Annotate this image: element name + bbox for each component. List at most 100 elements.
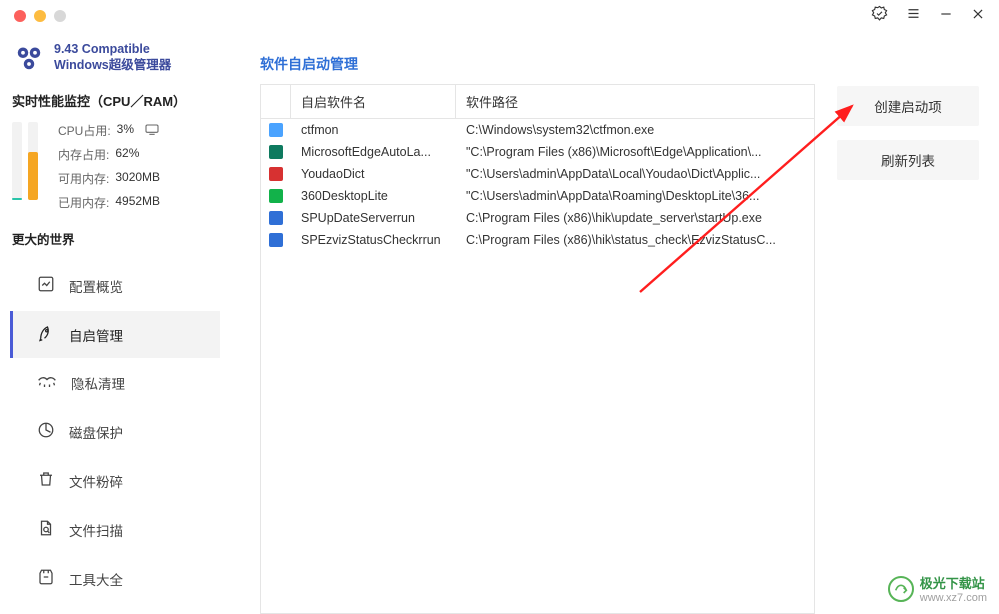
tools-icon: [37, 568, 55, 589]
zoom-dot[interactable]: [54, 10, 66, 22]
disk-icon: [37, 421, 55, 442]
sidebar-item-privacy[interactable]: 隐私清理: [10, 360, 220, 406]
row-name: MicrosoftEdgeAutoLa...: [291, 141, 456, 163]
free-row: 可用内存: 3020MB: [58, 170, 218, 187]
row-name: SPEzvizStatusCheckrrun: [291, 229, 456, 251]
startup-icon: [37, 324, 55, 345]
actions-panel: 创建启动项 刷新列表: [837, 86, 979, 614]
brand-line2: Windows超级管理器: [54, 58, 171, 74]
watermark: 极光下载站 www.xz7.com: [888, 573, 987, 604]
sidebar-item-label: 自启管理: [69, 325, 123, 345]
ram-label: 内存占用:: [58, 146, 109, 163]
page-title: 软件自启动管理: [260, 54, 815, 74]
cpu-label: CPU占用:: [58, 122, 111, 139]
sidebar-item-label: 隐私清理: [71, 373, 125, 393]
th-icon: [261, 85, 291, 118]
titlebar: [0, 0, 999, 32]
sidebar-item-label: 配置概览: [69, 276, 123, 296]
overview-icon: [37, 275, 55, 296]
row-name: ctfmon: [291, 119, 456, 141]
brand-line1: 9.43 Compatible: [54, 42, 171, 58]
used-row: 已用内存: 4952MB: [58, 194, 218, 211]
table-row[interactable]: YoudaoDict"C:\Users\admin\AppData\Local\…: [261, 163, 814, 185]
sidebar-item-label: 文件粉碎: [69, 471, 123, 491]
row-path: "C:\Users\admin\AppData\Roaming\DesktopL…: [456, 185, 814, 207]
used-label: 已用内存:: [58, 194, 109, 211]
sidebar-item-label: 文件扫描: [69, 520, 123, 540]
used-value: 4952MB: [115, 194, 160, 211]
badge-icon[interactable]: [871, 5, 888, 27]
sidebar-item-overview[interactable]: 配置概览: [10, 262, 220, 309]
window-controls-mac: [14, 10, 66, 22]
close-dot[interactable]: [14, 10, 26, 22]
row-icon: [261, 163, 291, 185]
cpu-row: CPU占用: 3%: [58, 122, 218, 139]
watermark-icon: [888, 576, 914, 602]
create-startup-button[interactable]: 创建启动项: [837, 86, 979, 126]
table-row[interactable]: MicrosoftEdgeAutoLa..."C:\Program Files …: [261, 141, 814, 163]
world-title: 更大的世界: [12, 229, 220, 248]
row-icon: [261, 185, 291, 207]
app-window: 9.43 Compatible Windows超级管理器 实时性能监控（CPU／…: [0, 0, 999, 614]
perf-panel: CPU占用: 3% 内存占用: 62% 可用内存: 3020MB: [10, 118, 220, 223]
app-logo-icon: [14, 43, 44, 73]
cpu-bar: [12, 122, 22, 200]
main: 软件自启动管理 自启软件名 软件路径 ctfmonC:\Windows\syst…: [230, 32, 999, 614]
cpu-value: 3%: [117, 122, 134, 139]
table-body: ctfmonC:\Windows\system32\ctfmon.exeMicr…: [261, 119, 814, 251]
row-path: C:\Program Files (x86)\hik\update_server…: [456, 207, 814, 229]
table-row[interactable]: SPEzvizStatusCheckrrunC:\Program Files (…: [261, 229, 814, 251]
shred-icon: [37, 470, 55, 491]
row-icon: [261, 141, 291, 163]
cpu-icon: [144, 122, 160, 139]
sidebar-item-shred[interactable]: 文件粉碎: [10, 457, 220, 504]
scan-icon: [37, 519, 55, 540]
brand-text: 9.43 Compatible Windows超级管理器: [54, 42, 171, 73]
content-panel: 软件自启动管理 自启软件名 软件路径 ctfmonC:\Windows\syst…: [260, 54, 815, 614]
row-icon: [261, 207, 291, 229]
row-path: C:\Program Files (x86)\hik\status_check\…: [456, 229, 814, 251]
privacy-icon: [37, 375, 57, 392]
sidebar: 9.43 Compatible Windows超级管理器 实时性能监控（CPU／…: [0, 32, 230, 614]
sidebar-nav: 配置概览自启管理隐私清理磁盘保护文件粉碎文件扫描工具大全: [10, 262, 220, 602]
row-path: "C:\Users\admin\AppData\Local\Youdao\Dic…: [456, 163, 814, 185]
watermark-url: www.xz7.com: [920, 592, 987, 604]
sidebar-item-disk[interactable]: 磁盘保护: [10, 408, 220, 455]
free-value: 3020MB: [115, 170, 160, 187]
row-name: YoudaoDict: [291, 163, 456, 185]
table-row[interactable]: 360DesktopLite"C:\Users\admin\AppData\Ro…: [261, 185, 814, 207]
sidebar-item-label: 磁盘保护: [69, 422, 123, 442]
free-label: 可用内存:: [58, 170, 109, 187]
th-path[interactable]: 软件路径: [456, 85, 814, 118]
row-name: 360DesktopLite: [291, 185, 456, 207]
perf-rows: CPU占用: 3% 内存占用: 62% 可用内存: 3020MB: [58, 122, 218, 211]
refresh-list-button[interactable]: 刷新列表: [837, 140, 979, 180]
menu-icon[interactable]: [906, 6, 921, 26]
minimize-dot[interactable]: [34, 10, 46, 22]
sidebar-item-scan[interactable]: 文件扫描: [10, 506, 220, 553]
startup-table: 自启软件名 软件路径 ctfmonC:\Windows\system32\ctf…: [260, 84, 815, 614]
table-row[interactable]: SPUpDateServerrunC:\Program Files (x86)\…: [261, 207, 814, 229]
row-path: C:\Windows\system32\ctfmon.exe: [456, 119, 814, 141]
minimize-icon[interactable]: [939, 7, 953, 26]
row-icon: [261, 119, 291, 141]
table-row[interactable]: ctfmonC:\Windows\system32\ctfmon.exe: [261, 119, 814, 141]
perf-title: 实时性能监控（CPU／RAM）: [12, 91, 220, 110]
sidebar-item-label: 工具大全: [69, 569, 123, 589]
row-name: SPUpDateServerrun: [291, 207, 456, 229]
ram-value: 62%: [115, 146, 139, 163]
watermark-name: 极光下载站: [920, 573, 987, 592]
brand: 9.43 Compatible Windows超级管理器: [10, 40, 220, 87]
th-name[interactable]: 自启软件名: [291, 85, 456, 118]
row-path: "C:\Program Files (x86)\Microsoft\Edge\A…: [456, 141, 814, 163]
table-header: 自启软件名 软件路径: [261, 85, 814, 119]
body: 9.43 Compatible Windows超级管理器 实时性能监控（CPU／…: [0, 32, 999, 614]
row-icon: [261, 229, 291, 251]
sidebar-item-tools[interactable]: 工具大全: [10, 555, 220, 602]
ram-bar: [28, 122, 38, 200]
close-icon[interactable]: [971, 7, 985, 26]
sidebar-item-startup[interactable]: 自启管理: [10, 311, 220, 358]
perf-bars: [12, 122, 46, 200]
ram-row: 内存占用: 62%: [58, 146, 218, 163]
titlebar-right: [871, 5, 985, 27]
